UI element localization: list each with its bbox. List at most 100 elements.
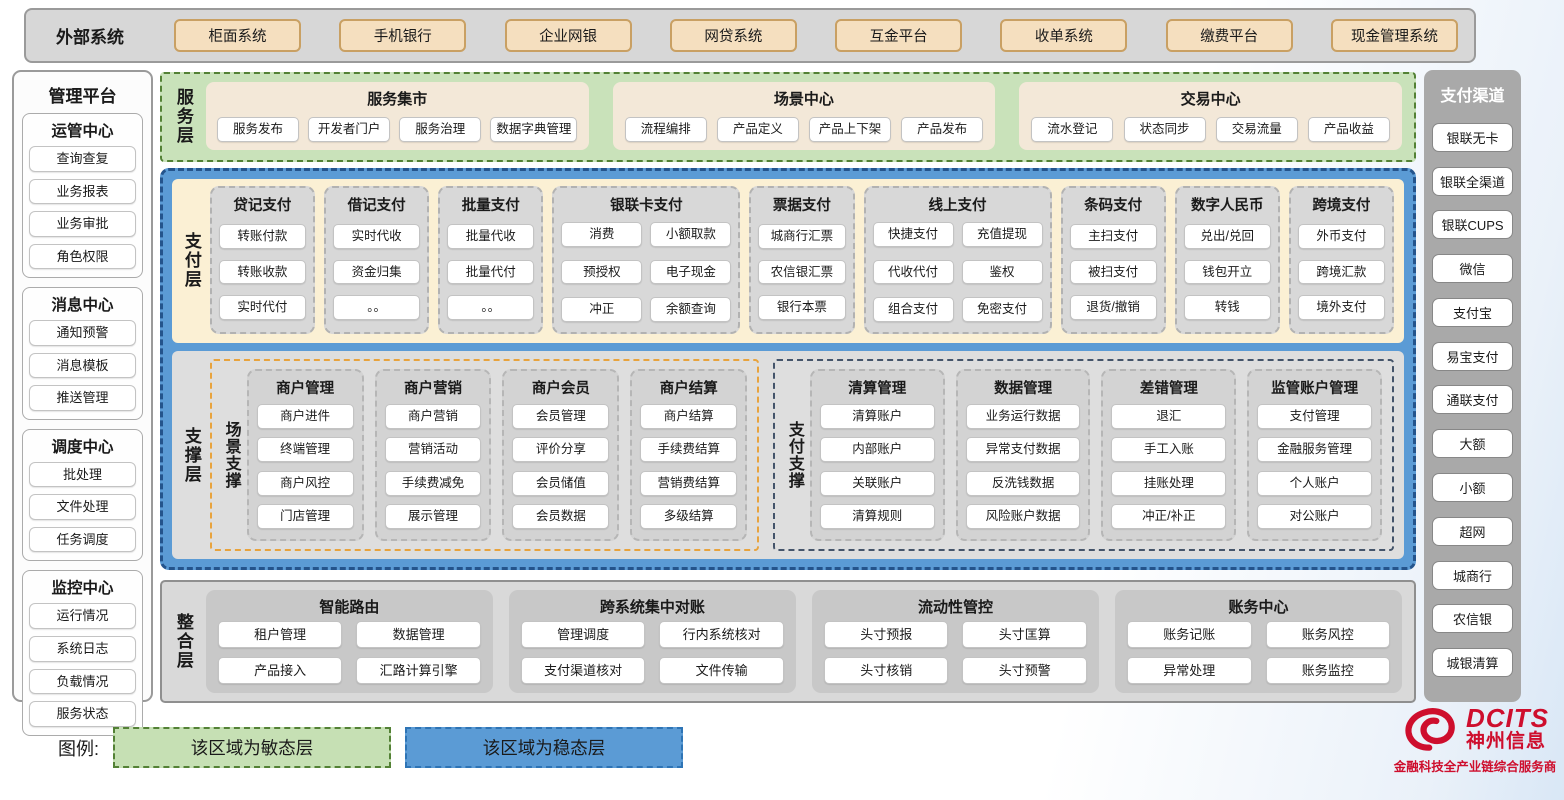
payment-function-button[interactable]: 预授权 bbox=[561, 260, 642, 285]
support-function-button[interactable]: 会员储值 bbox=[512, 471, 609, 496]
payment-function-button[interactable]: 被扫支付 bbox=[1070, 260, 1157, 285]
service-function-button[interactable]: 流程编排 bbox=[625, 117, 707, 142]
external-system-button[interactable]: 缴费平台 bbox=[1166, 19, 1293, 52]
support-function-button[interactable]: 风险账户数据 bbox=[966, 504, 1081, 529]
payment-function-button[interactable]: 消费 bbox=[561, 222, 642, 247]
channel-button[interactable]: 银联无卡 bbox=[1432, 123, 1513, 152]
support-function-button[interactable]: 清算账户 bbox=[820, 404, 935, 429]
support-function-button[interactable]: 冲正/补正 bbox=[1111, 504, 1226, 529]
support-function-button[interactable]: 手续费结算 bbox=[640, 437, 737, 462]
payment-function-button[interactable]: 批量代收 bbox=[447, 224, 534, 249]
channel-button[interactable]: 城银清算 bbox=[1432, 648, 1513, 677]
management-function-button[interactable]: 业务审批 bbox=[29, 211, 136, 237]
payment-function-button[interactable]: 转账收款 bbox=[219, 260, 306, 285]
support-function-button[interactable]: 关联账户 bbox=[820, 471, 935, 496]
channel-button[interactable]: 银联CUPS bbox=[1432, 210, 1513, 239]
support-function-button[interactable]: 会员管理 bbox=[512, 404, 609, 429]
payment-function-button[interactable]: 外币支付 bbox=[1298, 224, 1385, 249]
support-function-button[interactable]: 多级结算 bbox=[640, 504, 737, 529]
support-function-button[interactable]: 会员数据 bbox=[512, 504, 609, 529]
support-function-button[interactable]: 门店管理 bbox=[257, 504, 354, 529]
channel-button[interactable]: 农信银 bbox=[1432, 604, 1513, 633]
support-function-button[interactable]: 个人账户 bbox=[1257, 471, 1372, 496]
support-function-button[interactable]: 营销费结算 bbox=[640, 471, 737, 496]
support-function-button[interactable]: 商户风控 bbox=[257, 471, 354, 496]
management-function-button[interactable]: 服务状态 bbox=[29, 701, 136, 727]
support-function-button[interactable]: 对公账户 bbox=[1257, 504, 1372, 529]
service-function-button[interactable]: 开发者门户 bbox=[308, 117, 390, 142]
external-system-button[interactable]: 网贷系统 bbox=[670, 19, 797, 52]
integration-function-button[interactable]: 账务风控 bbox=[1266, 621, 1391, 648]
payment-function-button[interactable]: 退货/撤销 bbox=[1070, 295, 1157, 320]
channel-button[interactable]: 城商行 bbox=[1432, 561, 1513, 590]
support-function-button[interactable]: 挂账处理 bbox=[1111, 471, 1226, 496]
service-function-button[interactable]: 交易流量 bbox=[1216, 117, 1298, 142]
service-function-button[interactable]: 产品上下架 bbox=[809, 117, 891, 142]
integration-function-button[interactable]: 文件传输 bbox=[659, 657, 784, 684]
support-function-button[interactable]: 评价分享 bbox=[512, 437, 609, 462]
integration-function-button[interactable]: 租户管理 bbox=[218, 621, 343, 648]
management-function-button[interactable]: 消息模板 bbox=[29, 353, 136, 379]
external-system-button[interactable]: 现金管理系统 bbox=[1331, 19, 1458, 52]
channel-button[interactable]: 支付宝 bbox=[1432, 298, 1513, 327]
support-function-button[interactable]: 业务运行数据 bbox=[966, 404, 1081, 429]
payment-function-button[interactable]: 冲正 bbox=[561, 297, 642, 322]
support-function-button[interactable]: 清算规则 bbox=[820, 504, 935, 529]
payment-function-button[interactable]: 主扫支付 bbox=[1070, 224, 1157, 249]
payment-function-button[interactable]: 钱包开立 bbox=[1184, 260, 1271, 285]
integration-function-button[interactable]: 产品接入 bbox=[218, 657, 343, 684]
management-function-button[interactable]: 任务调度 bbox=[29, 527, 136, 553]
payment-function-button[interactable]: 快捷支付 bbox=[873, 222, 954, 247]
management-function-button[interactable]: 角色权限 bbox=[29, 244, 136, 270]
channel-button[interactable]: 易宝支付 bbox=[1432, 342, 1513, 371]
management-function-button[interactable]: 批处理 bbox=[29, 462, 136, 488]
management-function-button[interactable]: 业务报表 bbox=[29, 179, 136, 205]
support-function-button[interactable]: 手工入账 bbox=[1111, 437, 1226, 462]
support-function-button[interactable]: 反洗钱数据 bbox=[966, 471, 1081, 496]
management-function-button[interactable]: 负载情况 bbox=[29, 669, 136, 695]
management-function-button[interactable]: 推送管理 bbox=[29, 385, 136, 411]
payment-function-button[interactable]: 。。 bbox=[447, 295, 534, 320]
payment-function-button[interactable]: 免密支付 bbox=[962, 297, 1043, 322]
payment-function-button[interactable]: 跨境汇款 bbox=[1298, 260, 1385, 285]
support-function-button[interactable]: 手续费减免 bbox=[385, 471, 482, 496]
support-function-button[interactable]: 退汇 bbox=[1111, 404, 1226, 429]
integration-function-button[interactable]: 头寸预警 bbox=[962, 657, 1087, 684]
integration-function-button[interactable]: 汇路计算引擎 bbox=[356, 657, 481, 684]
management-function-button[interactable]: 文件处理 bbox=[29, 494, 136, 520]
payment-function-button[interactable]: 电子现金 bbox=[650, 260, 731, 285]
payment-function-button[interactable]: 代收代付 bbox=[873, 260, 954, 285]
external-system-button[interactable]: 互金平台 bbox=[835, 19, 962, 52]
payment-function-button[interactable]: 城商行汇票 bbox=[758, 224, 845, 249]
service-function-button[interactable]: 服务治理 bbox=[399, 117, 481, 142]
management-function-button[interactable]: 通知预警 bbox=[29, 320, 136, 346]
support-function-button[interactable]: 内部账户 bbox=[820, 437, 935, 462]
external-system-button[interactable]: 收单系统 bbox=[1000, 19, 1127, 52]
support-function-button[interactable]: 商户结算 bbox=[640, 404, 737, 429]
payment-function-button[interactable]: 境外支付 bbox=[1298, 295, 1385, 320]
payment-function-button[interactable]: 组合支付 bbox=[873, 297, 954, 322]
payment-function-button[interactable]: 实时代收 bbox=[333, 224, 420, 249]
management-function-button[interactable]: 运行情况 bbox=[29, 603, 136, 629]
integration-function-button[interactable]: 异常处理 bbox=[1127, 657, 1252, 684]
service-function-button[interactable]: 数据字典管理 bbox=[490, 117, 577, 142]
payment-function-button[interactable]: 银行本票 bbox=[758, 295, 845, 320]
channel-button[interactable]: 超网 bbox=[1432, 517, 1513, 546]
payment-function-button[interactable]: 充值提现 bbox=[962, 222, 1043, 247]
integration-function-button[interactable]: 账务记账 bbox=[1127, 621, 1252, 648]
payment-function-button[interactable]: 转钱 bbox=[1184, 295, 1271, 320]
support-function-button[interactable]: 金融服务管理 bbox=[1257, 437, 1372, 462]
support-function-button[interactable]: 商户进件 bbox=[257, 404, 354, 429]
payment-function-button[interactable]: 转账付款 bbox=[219, 224, 306, 249]
integration-function-button[interactable]: 账务监控 bbox=[1266, 657, 1391, 684]
channel-button[interactable]: 大额 bbox=[1432, 429, 1513, 458]
management-function-button[interactable]: 查询查复 bbox=[29, 146, 136, 172]
support-function-button[interactable]: 营销活动 bbox=[385, 437, 482, 462]
support-function-button[interactable]: 异常支付数据 bbox=[966, 437, 1081, 462]
integration-function-button[interactable]: 管理调度 bbox=[521, 621, 646, 648]
channel-button[interactable]: 小额 bbox=[1432, 473, 1513, 502]
support-function-button[interactable]: 商户营销 bbox=[385, 404, 482, 429]
integration-function-button[interactable]: 头寸匡算 bbox=[962, 621, 1087, 648]
management-function-button[interactable]: 系统日志 bbox=[29, 636, 136, 662]
channel-button[interactable]: 微信 bbox=[1432, 254, 1513, 283]
